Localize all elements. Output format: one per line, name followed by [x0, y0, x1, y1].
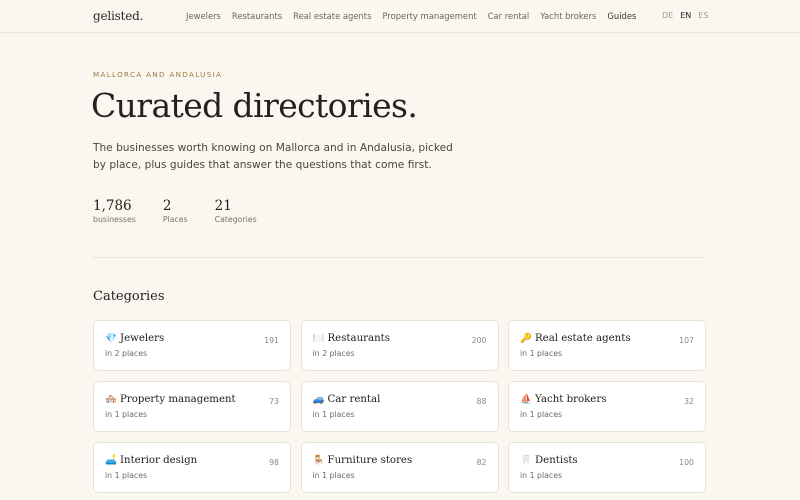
stat-places: 2 Places — [163, 198, 188, 224]
category-name: Real estate agents — [535, 333, 631, 344]
category-count: 98 — [269, 458, 279, 467]
category-card-furniture-stores[interactable]: 🪑 Furniture stores 82 in 1 places — [300, 442, 499, 493]
hero-lead: The businesses worth knowing on Mallorca… — [93, 142, 453, 171]
category-count: 32 — [684, 397, 694, 406]
category-name: Interior design — [120, 455, 198, 466]
category-card-yacht-brokers[interactable]: ⛵ Yacht brokers 32 in 1 places — [508, 381, 706, 432]
category-count: 191 — [264, 336, 279, 345]
page-title: Curated directories. — [91, 86, 418, 125]
stat-value: 2 — [162, 198, 172, 214]
category-card-property-management[interactable]: 🏘️ Property management 73 in 1 places — [93, 381, 291, 432]
category-card-real-estate-agents[interactable]: 🔑 Real estate agents 107 in 1 places — [508, 320, 706, 371]
category-places: in 1 places — [105, 410, 148, 419]
nav-link-car-rental[interactable]: Car rental — [488, 11, 530, 21]
hero-kicker: MALLORCA AND ANDALUSIA — [93, 70, 223, 79]
category-card-car-rental[interactable]: 🚙 Car rental 88 in 1 places — [300, 381, 499, 432]
stat-businesses: 1,786 businesses — [93, 198, 136, 224]
stat-categories: 21 Categories — [215, 198, 257, 224]
category-places: in 2 places — [105, 349, 148, 358]
nav-link-yacht-brokers[interactable]: Yacht brokers — [540, 11, 596, 21]
categories-heading: Categories — [93, 289, 165, 304]
category-name: Yacht brokers — [535, 394, 607, 405]
category-places: in 1 places — [520, 349, 563, 358]
stat-label: businesses — [93, 215, 136, 224]
nav-link-restaurants[interactable]: Restaurants — [232, 11, 282, 21]
category-places: in 1 places — [520, 471, 563, 480]
nav-link-property-management[interactable]: Property management — [382, 11, 476, 21]
category-count: 100 — [679, 458, 694, 467]
category-grid: 💎 Jewelers 191 in 2 places 🍽️ Restaurants … — [93, 320, 706, 493]
couch-icon: 🛋️ — [105, 455, 117, 466]
stat-label: Categories — [214, 215, 257, 224]
houses-icon: 🏘️ — [105, 394, 117, 405]
category-count: 107 — [679, 336, 694, 345]
category-card-interior-design[interactable]: 🛋️ Interior design 98 in 1 places — [93, 442, 291, 493]
nav-link-real-estate-agents[interactable]: Real estate agents — [293, 11, 371, 21]
category-places: in 1 places — [105, 471, 148, 480]
gem-icon: 💎 — [105, 333, 117, 344]
category-count: 82 — [476, 458, 487, 467]
category-name: Furniture stores — [327, 455, 413, 466]
plate-cutlery-icon: 🍽️ — [312, 333, 325, 344]
category-name: Jewelers — [120, 333, 165, 344]
nav-link-guides[interactable]: Guides — [607, 11, 636, 21]
category-name: Car rental — [327, 394, 381, 405]
stat-value: 21 — [214, 198, 232, 214]
category-places: in 1 places — [520, 410, 563, 419]
lang-es[interactable]: ES — [698, 11, 708, 20]
sailboat-icon: ⛵ — [520, 394, 532, 405]
stats-row: 1,786 businesses 2 Places 21 Categories — [93, 198, 284, 224]
main-nav: Jewelers Restaurants Real estate agents … — [186, 11, 647, 21]
lang-en[interactable]: EN — [680, 11, 691, 20]
category-card-dentists[interactable]: 🦷 Dentists 100 in 1 places — [508, 442, 706, 493]
category-name: Dentists — [535, 455, 578, 466]
category-name: Restaurants — [327, 333, 390, 344]
category-count: 88 — [476, 397, 487, 406]
stat-value: 1,786 — [93, 198, 132, 214]
car-icon: 🚙 — [312, 394, 325, 405]
category-card-jewelers[interactable]: 💎 Jewelers 191 in 2 places — [93, 320, 291, 371]
category-count: 73 — [269, 397, 279, 406]
category-places: in 2 places — [312, 349, 355, 358]
stat-label: Places — [162, 215, 188, 224]
section-divider — [93, 257, 706, 258]
nav-link-jewelers[interactable]: Jewelers — [186, 11, 221, 21]
language-switcher: DE EN ES — [662, 11, 715, 20]
top-bar: gelisted. Jewelers Restaurants Real esta… — [0, 0, 800, 33]
category-name: Property management — [120, 394, 236, 405]
site-logo[interactable]: gelisted. — [93, 9, 143, 23]
key-icon: 🔑 — [520, 333, 532, 344]
lang-de[interactable]: DE — [662, 11, 673, 20]
category-card-restaurants[interactable]: 🍽️ Restaurants 200 in 2 places — [300, 320, 499, 371]
chair-icon: 🪑 — [312, 455, 325, 466]
category-places: in 1 places — [312, 471, 355, 480]
tooth-icon: 🦷 — [520, 455, 532, 466]
category-count: 200 — [471, 336, 487, 345]
category-places: in 1 places — [312, 410, 355, 419]
